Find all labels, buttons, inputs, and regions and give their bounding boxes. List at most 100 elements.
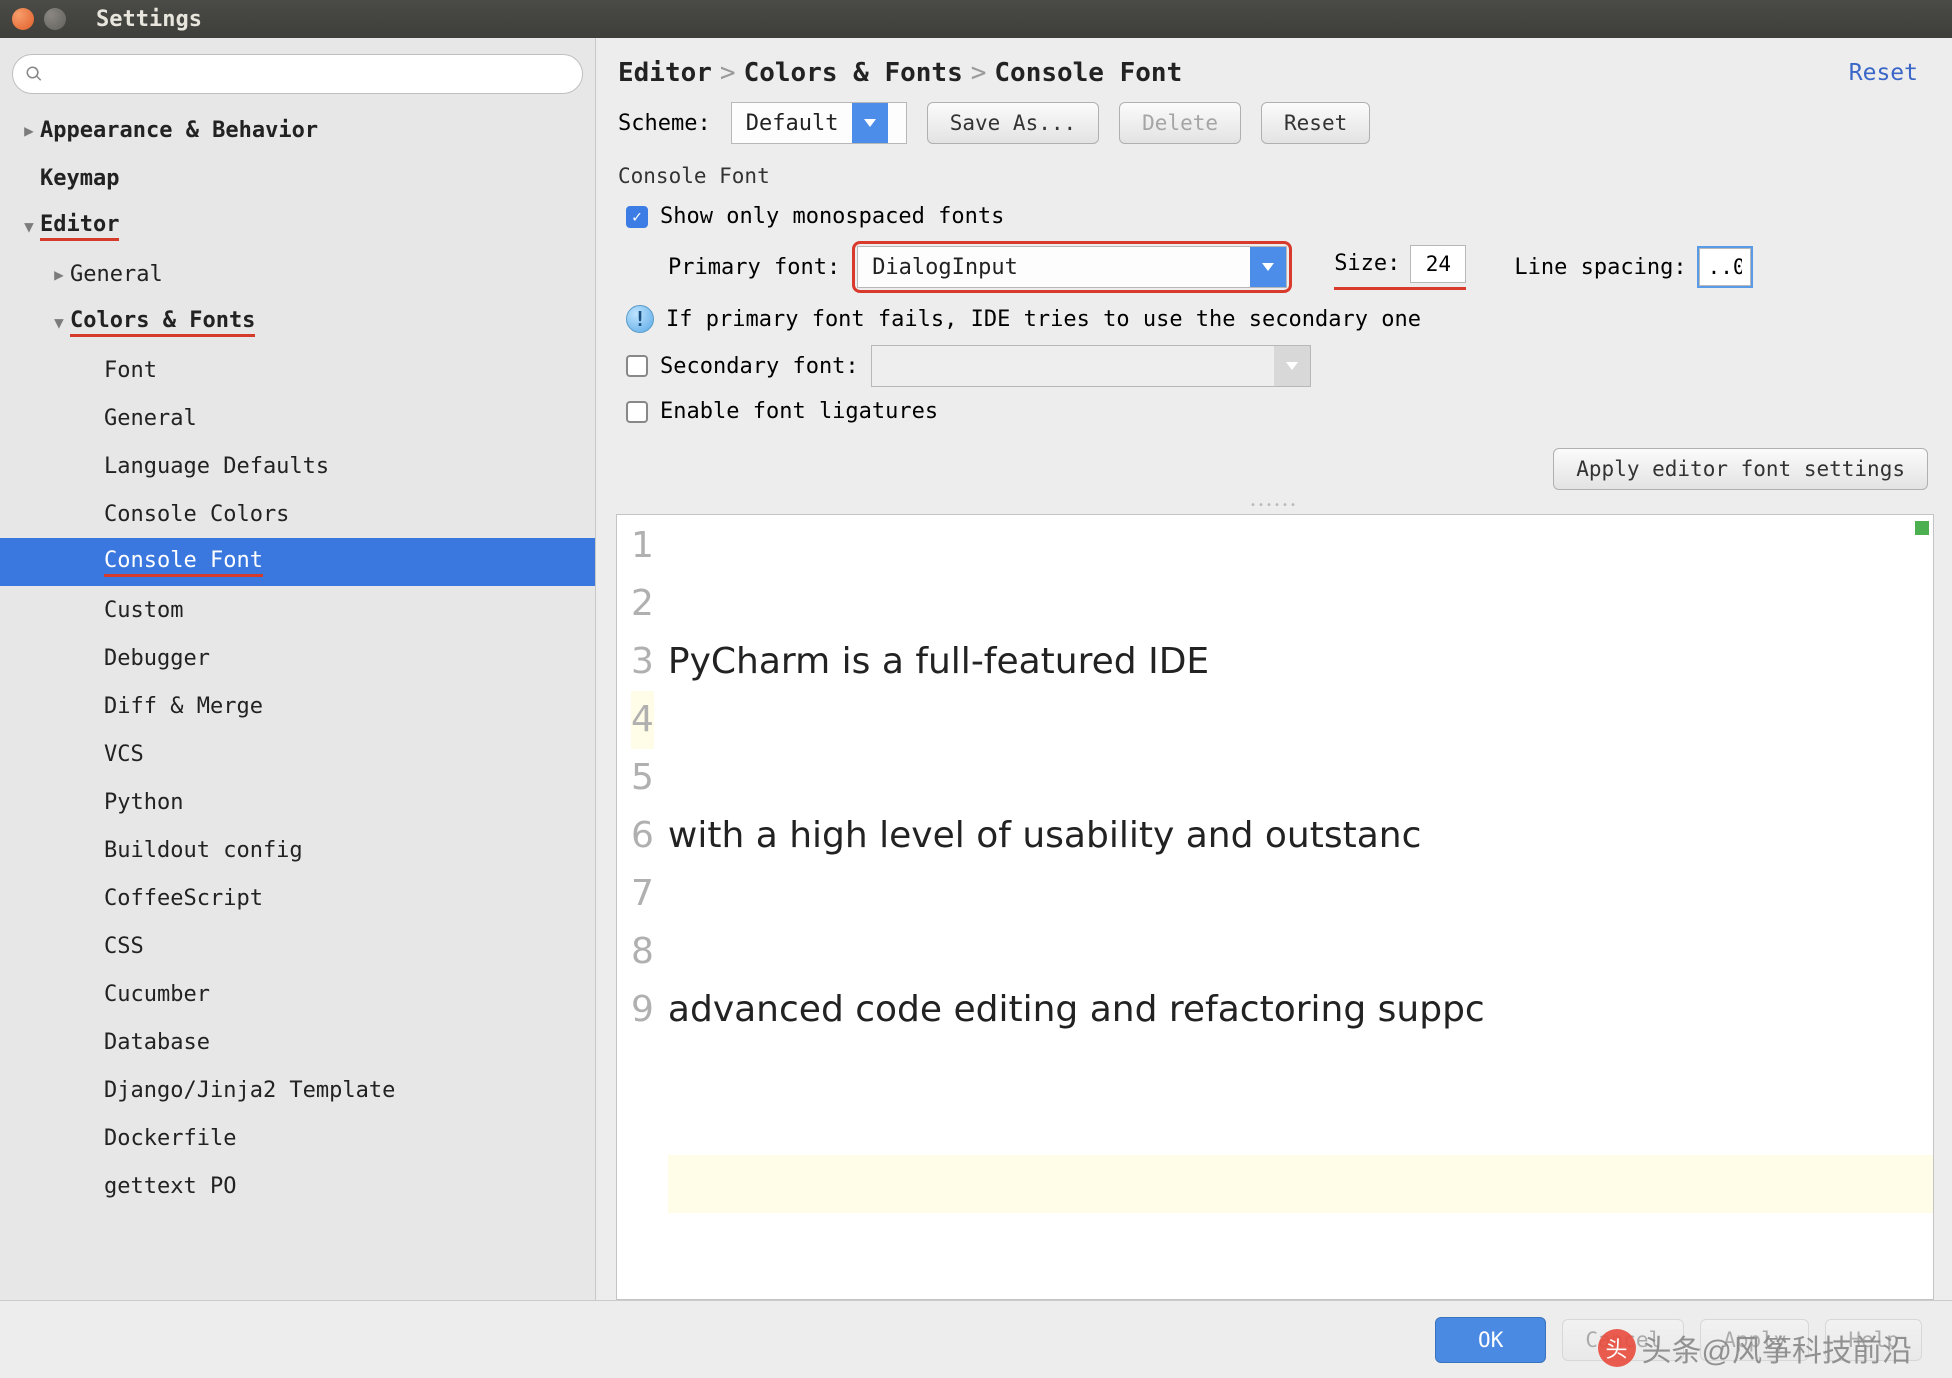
dialog-footer: OK Cancel Apply Help 头 头条@风筝科技前沿 <box>0 1300 1952 1378</box>
breadcrumb-colors-fonts[interactable]: Colors & Fonts <box>744 58 963 88</box>
breadcrumb-editor[interactable]: Editor <box>618 58 712 88</box>
tree-item-database[interactable]: Database <box>0 1018 595 1066</box>
tree-item-cucumber[interactable]: Cucumber <box>0 970 595 1018</box>
gutter-line: 5 <box>631 749 654 807</box>
scheme-row: Scheme: Default Save As... Delete Reset <box>596 96 1952 162</box>
tree-label: General <box>104 406 197 431</box>
line-spacing-label: Line spacing: <box>1514 255 1686 280</box>
ligatures-label: Enable font ligatures <box>660 399 938 424</box>
secondary-font-label: Secondary font: <box>660 354 859 379</box>
search-icon <box>25 65 43 83</box>
ligatures-checkbox[interactable] <box>626 401 648 423</box>
tree-general[interactable]: ▶General <box>0 250 595 298</box>
scheme-combo[interactable]: Default <box>731 102 907 144</box>
tree-label: Python <box>104 790 183 815</box>
save-as-button[interactable]: Save As... <box>927 102 1099 144</box>
gutter-line: 4 <box>631 691 654 749</box>
reset-link[interactable]: Reset <box>1849 60 1918 86</box>
window-title: Settings <box>96 7 202 32</box>
tree-item-django[interactable]: Django/Jinja2 Template <box>0 1066 595 1114</box>
chevron-right-icon: > <box>971 58 987 88</box>
minimize-icon[interactable] <box>44 8 66 30</box>
settings-tree: ▶Appearance & Behavior Keymap ▼Editor ▶G… <box>0 106 595 1300</box>
gutter-line: 9 <box>631 981 654 1039</box>
tree-label: CSS <box>104 934 144 959</box>
titlebar: Settings <box>0 0 1952 38</box>
primary-font-combo[interactable]: DialogInput <box>857 246 1287 288</box>
tree-item-language-defaults[interactable]: Language Defaults <box>0 442 595 490</box>
gutter-line: 3 <box>631 633 654 691</box>
tree-item-console-font[interactable]: Console Font <box>0 538 595 586</box>
tree-item-vcs[interactable]: VCS <box>0 730 595 778</box>
chevron-down-icon <box>1274 346 1310 386</box>
annotation-size: Size: <box>1334 245 1466 290</box>
size-input[interactable] <box>1410 245 1466 283</box>
code-line <box>668 1155 1933 1213</box>
scheme-value: Default <box>732 111 853 136</box>
tree-label: Cucumber <box>104 982 210 1007</box>
apply-editor-row: Apply editor font settings <box>596 430 1952 500</box>
tree-item-buildout[interactable]: Buildout config <box>0 826 595 874</box>
reset-scheme-button[interactable]: Reset <box>1261 102 1370 144</box>
tree-label: Editor <box>40 212 119 241</box>
tree-item-debugger[interactable]: Debugger <box>0 634 595 682</box>
search-input[interactable] <box>12 54 583 94</box>
splitter-grip[interactable]: •••••• <box>596 500 1952 510</box>
apply-editor-font-button[interactable]: Apply editor font settings <box>1553 448 1928 490</box>
tree-item-console-colors[interactable]: Console Colors <box>0 490 595 538</box>
close-icon[interactable] <box>12 8 34 30</box>
tree-label: VCS <box>104 742 144 767</box>
show-mono-row: Show only monospaced fonts <box>596 198 1952 235</box>
size-label: Size: <box>1334 251 1400 276</box>
scheme-label: Scheme: <box>618 111 711 136</box>
scroll-indicator-icon <box>1915 521 1929 535</box>
gutter-line: 8 <box>631 923 654 981</box>
preview-code[interactable]: PyCharm is a full-featured IDE with a hi… <box>668 515 1933 1300</box>
watermark-text: 头条@风筝科技前沿 <box>1642 1326 1912 1370</box>
chevron-right-icon: ▶ <box>18 121 40 140</box>
section-label: Console Font <box>596 162 1952 198</box>
watermark-icon: 头 <box>1598 1329 1636 1367</box>
tree-label: Colors & Fonts <box>70 308 255 337</box>
chevron-down-icon: ▼ <box>18 217 40 236</box>
tree-label: Console Colors <box>104 502 289 527</box>
tree-label: Buildout config <box>104 838 303 863</box>
tree-item-diff-merge[interactable]: Diff & Merge <box>0 682 595 730</box>
watermark: 头 头条@风筝科技前沿 <box>1598 1326 1912 1370</box>
delete-button[interactable]: Delete <box>1119 102 1241 144</box>
ok-button[interactable]: OK <box>1435 1317 1546 1363</box>
secondary-font-combo[interactable] <box>871 345 1311 387</box>
tree-item-coffeescript[interactable]: CoffeeScript <box>0 874 595 922</box>
primary-font-label: Primary font: <box>668 255 840 280</box>
tree-item-custom[interactable]: Custom <box>0 586 595 634</box>
ligatures-row: Enable font ligatures <box>596 393 1952 430</box>
tree-item-css[interactable]: CSS <box>0 922 595 970</box>
info-icon: ! <box>626 305 654 333</box>
tree-item-font[interactable]: Font <box>0 346 595 394</box>
main-header: Editor > Colors & Fonts > Console Font R… <box>596 38 1952 96</box>
annotation-primary-font: DialogInput <box>852 241 1292 293</box>
breadcrumb: Editor > Colors & Fonts > Console Font <box>618 58 1849 88</box>
tree-item-python[interactable]: Python <box>0 778 595 826</box>
gutter-line: 1 <box>631 517 654 575</box>
chevron-right-icon: ▶ <box>48 265 70 284</box>
hint-text: If primary font fails, IDE tries to use … <box>666 307 1421 332</box>
show-mono-checkbox[interactable] <box>626 206 648 228</box>
tree-item-dockerfile[interactable]: Dockerfile <box>0 1114 595 1162</box>
line-spacing-input[interactable] <box>1699 248 1751 286</box>
secondary-font-checkbox[interactable] <box>626 355 648 377</box>
tree-label: Diff & Merge <box>104 694 263 719</box>
tree-label: Django/Jinja2 Template <box>104 1078 395 1103</box>
tree-colors-fonts[interactable]: ▼Colors & Fonts <box>0 298 595 346</box>
tree-keymap[interactable]: Keymap <box>0 154 595 202</box>
tree-item-gettext[interactable]: gettext PO <box>0 1162 595 1210</box>
primary-font-row: Primary font: DialogInput Size: Line spa… <box>596 235 1952 299</box>
gutter-line: 6 <box>631 807 654 865</box>
tree-item-general[interactable]: General <box>0 394 595 442</box>
tree-appearance[interactable]: ▶Appearance & Behavior <box>0 106 595 154</box>
chevron-down-icon: ▼ <box>48 313 70 332</box>
tree-label: Font <box>104 358 157 383</box>
tree-label: Console Font <box>104 548 263 577</box>
tree-editor[interactable]: ▼Editor <box>0 202 595 250</box>
tree-label: Appearance & Behavior <box>40 118 318 143</box>
